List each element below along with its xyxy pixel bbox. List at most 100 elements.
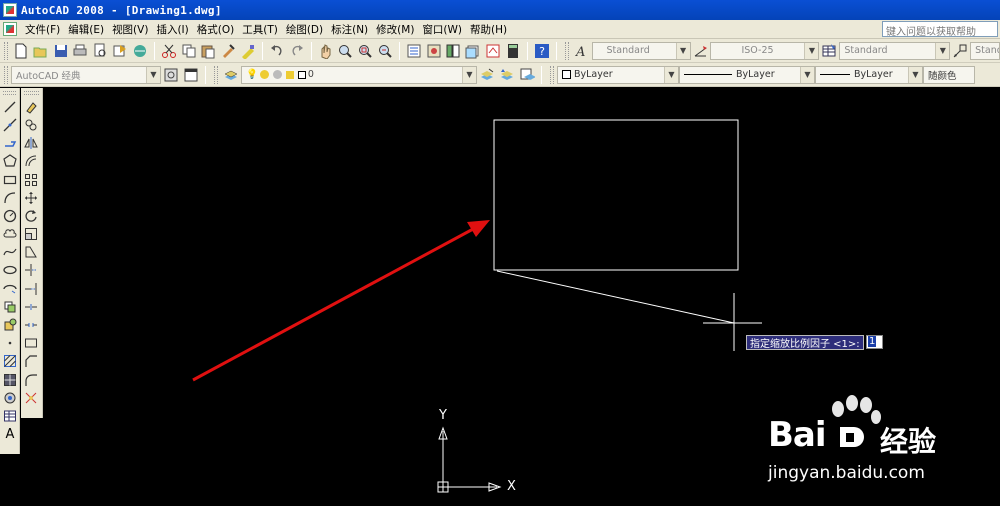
toolbar-grip[interactable]	[3, 91, 16, 95]
open-icon[interactable]	[32, 42, 50, 60]
rectangle-icon[interactable]	[1, 171, 19, 189]
menu-draw[interactable]: 绘图(D)	[282, 22, 327, 37]
arc-icon[interactable]	[1, 189, 19, 207]
gradient-icon[interactable]	[1, 371, 19, 389]
multileader-style-select[interactable]: Standa	[970, 41, 1000, 60]
chevron-down-icon[interactable]: ▼	[804, 42, 819, 59]
help-search-input[interactable]: 键入问题以获取帮助	[882, 21, 998, 37]
menu-edit[interactable]: 编辑(E)	[64, 22, 108, 37]
3d-dwf-icon[interactable]	[131, 42, 149, 60]
zoom-realtime-icon[interactable]	[336, 42, 354, 60]
zoom-window-icon[interactable]	[356, 42, 374, 60]
menu-file[interactable]: 文件(F)	[21, 22, 64, 37]
toolbar-grip[interactable]	[24, 91, 39, 95]
scale-factor-input[interactable]: 1	[866, 335, 883, 349]
workspace-settings-icon[interactable]	[162, 66, 180, 84]
help-icon[interactable]: ?	[533, 42, 551, 60]
scale-icon[interactable]	[22, 225, 40, 243]
array-icon[interactable]	[22, 171, 40, 189]
insert-block-icon[interactable]	[1, 298, 19, 316]
dim-style-icon[interactable]	[692, 42, 710, 60]
copy-object-icon[interactable]	[22, 116, 40, 134]
layer-on-icon[interactable]: 💡	[246, 69, 258, 80]
plot-icon[interactable]	[71, 42, 89, 60]
region-icon[interactable]	[1, 389, 19, 407]
dim-style-select[interactable]: ISO-25 ▼	[710, 41, 820, 60]
save-icon[interactable]	[52, 42, 70, 60]
mirror-icon[interactable]	[22, 134, 40, 152]
toolbar-grip[interactable]	[4, 41, 8, 60]
layer-previous-icon[interactable]	[498, 66, 516, 84]
chevron-down-icon[interactable]: ▼	[146, 66, 160, 83]
layer-select[interactable]: 💡 0 ▼	[241, 65, 477, 84]
new-icon[interactable]	[12, 42, 30, 60]
menu-dimension[interactable]: 标注(N)	[327, 22, 372, 37]
quickcalc-icon[interactable]	[504, 42, 522, 60]
layer-viewport-freeze-icon[interactable]	[272, 70, 282, 79]
linetype-select[interactable]: ByLayer ▼	[679, 65, 815, 84]
toolbar-grip[interactable]	[214, 65, 218, 84]
block-editor-icon[interactable]	[239, 42, 257, 60]
toolbar-grip[interactable]	[564, 41, 569, 60]
publish-icon[interactable]	[111, 42, 129, 60]
ellipse-icon[interactable]	[1, 262, 19, 280]
match-properties-icon[interactable]	[219, 42, 237, 60]
chamfer-icon[interactable]	[22, 353, 40, 371]
make-object-layer-current-icon[interactable]	[478, 66, 496, 84]
menu-view[interactable]: 视图(V)	[108, 22, 152, 37]
multileader-style-icon[interactable]	[951, 42, 969, 60]
table-style-icon[interactable]	[820, 42, 838, 60]
hatch-icon[interactable]	[1, 353, 19, 371]
document-icon[interactable]	[3, 22, 17, 36]
table-icon[interactable]	[1, 407, 19, 425]
menu-tools[interactable]: 工具(T)	[238, 22, 282, 37]
break-at-point-icon[interactable]	[22, 298, 40, 316]
chevron-down-icon[interactable]: ▼	[462, 66, 476, 83]
cut-icon[interactable]	[160, 42, 178, 60]
menu-help[interactable]: 帮助(H)	[466, 22, 511, 37]
undo-icon[interactable]	[268, 42, 286, 60]
text-style-icon[interactable]: A	[573, 42, 591, 60]
join-icon[interactable]	[22, 334, 40, 352]
lineweight-select[interactable]: ByLayer ▼	[815, 65, 923, 84]
plot-preview-icon[interactable]	[91, 42, 109, 60]
polyline-icon[interactable]	[1, 134, 19, 152]
layer-lock-icon[interactable]	[285, 70, 294, 79]
move-icon[interactable]	[22, 189, 40, 207]
circle-icon[interactable]	[1, 207, 19, 225]
chevron-down-icon[interactable]: ▼	[908, 66, 922, 83]
layer-properties-manager-icon[interactable]	[222, 66, 240, 84]
menu-window[interactable]: 窗口(W)	[418, 22, 466, 37]
workspace-window-icon[interactable]	[182, 66, 200, 84]
spline-icon[interactable]	[1, 244, 19, 262]
tool-palettes-icon[interactable]	[445, 42, 463, 60]
sheet-set-icon[interactable]	[464, 42, 482, 60]
toolbar-grip[interactable]	[4, 65, 8, 84]
design-center-icon[interactable]	[425, 42, 443, 60]
stretch-icon[interactable]	[22, 244, 40, 262]
menu-insert[interactable]: 插入(I)	[152, 22, 192, 37]
text-style-select[interactable]: Standard ▼	[591, 41, 691, 60]
erase-icon[interactable]	[22, 98, 40, 116]
toolbar-grip[interactable]	[550, 65, 554, 84]
mtext-icon[interactable]: A	[1, 425, 19, 443]
paste-icon[interactable]	[199, 42, 217, 60]
table-style-select[interactable]: Standard ▼	[839, 41, 951, 60]
rotate-icon[interactable]	[22, 207, 40, 225]
markup-icon[interactable]	[484, 42, 502, 60]
layer-states-icon[interactable]	[518, 66, 536, 84]
revision-cloud-icon[interactable]	[1, 225, 19, 243]
explode-icon[interactable]	[22, 389, 40, 407]
point-icon[interactable]	[1, 334, 19, 352]
chevron-down-icon[interactable]: ▼	[675, 42, 690, 59]
line-icon[interactable]	[1, 98, 19, 116]
color-select[interactable]: ByLayer ▼	[557, 65, 679, 84]
construction-line-icon[interactable]	[1, 116, 19, 134]
pan-icon[interactable]	[317, 42, 335, 60]
chevron-down-icon[interactable]: ▼	[800, 66, 814, 83]
autocad-app-icon[interactable]	[3, 3, 17, 17]
layer-freeze-icon[interactable]	[259, 70, 269, 79]
menu-modify[interactable]: 修改(M)	[372, 22, 418, 37]
offset-icon[interactable]	[22, 153, 40, 171]
extend-icon[interactable]	[22, 280, 40, 298]
